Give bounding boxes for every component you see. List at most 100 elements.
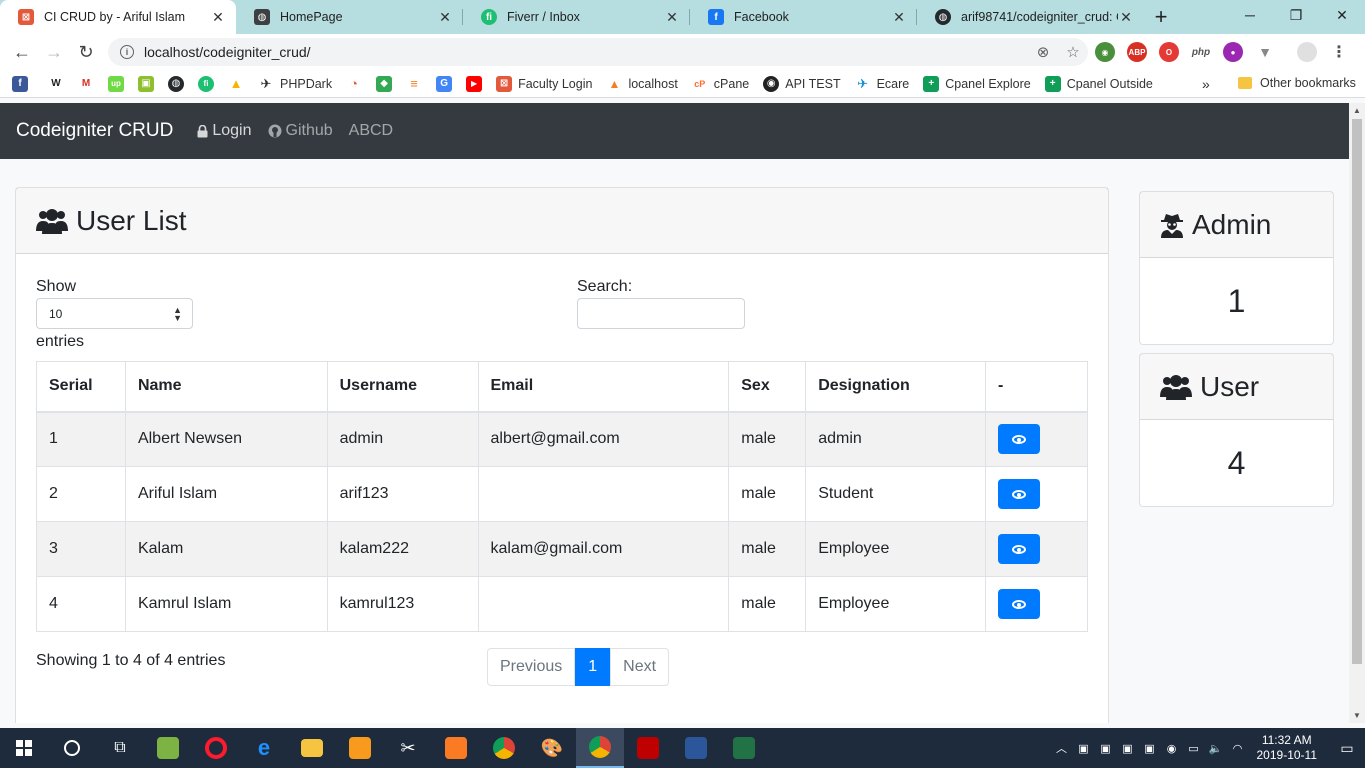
close-icon[interactable]: ✕ bbox=[891, 9, 907, 26]
tray-app-icon[interactable]: ▣ bbox=[1096, 742, 1116, 755]
star-icon[interactable]: ☆ bbox=[1058, 43, 1088, 61]
close-icon[interactable]: ✕ bbox=[437, 9, 453, 26]
tray-chevron-icon[interactable]: ︿ bbox=[1052, 740, 1072, 756]
nav-abcd[interactable]: ABCD bbox=[349, 122, 393, 140]
view-user-button[interactable] bbox=[998, 589, 1041, 619]
bookmark-upwork[interactable]: up bbox=[108, 75, 124, 92]
tray-wifi-icon[interactable]: ◠ bbox=[1228, 742, 1248, 755]
new-tab-button[interactable]: + bbox=[1144, 0, 1178, 34]
close-window-icon[interactable]: ✕ bbox=[1319, 0, 1365, 30]
address-bar[interactable]: i localhost/codeigniter_crud/ ⊗ ☆ bbox=[108, 38, 1088, 66]
tray-xampp-icon[interactable]: ▣ bbox=[1118, 742, 1138, 755]
scroll-down-icon[interactable]: ▼ bbox=[1353, 711, 1361, 720]
nav-github[interactable]: Github bbox=[268, 122, 333, 140]
menu-kebab-icon[interactable]: ⋮ bbox=[1329, 42, 1349, 62]
forward-icon[interactable]: → bbox=[38, 36, 70, 68]
task-view-button[interactable]: ⧉ bbox=[96, 728, 144, 768]
info-icon[interactable]: i bbox=[120, 45, 134, 59]
bookmark-facebook[interactable]: f bbox=[12, 75, 34, 92]
nav-login[interactable]: Login bbox=[197, 122, 252, 140]
bookmarks-overflow-icon[interactable]: » bbox=[1202, 76, 1210, 92]
pagination-previous[interactable]: Previous bbox=[487, 648, 576, 686]
minimize-icon[interactable]: ─ bbox=[1227, 0, 1273, 30]
taskbar-excel[interactable] bbox=[720, 728, 768, 768]
bookmark-maps[interactable]: ◆ bbox=[376, 75, 393, 92]
profile-avatar-icon[interactable] bbox=[1297, 42, 1317, 62]
bookmark-blogger[interactable]: ◔ bbox=[346, 76, 362, 92]
taskbar-snipping[interactable]: ✂ bbox=[384, 728, 432, 768]
taskbar-app[interactable] bbox=[144, 728, 192, 768]
extension-icon[interactable]: ● bbox=[1223, 42, 1243, 62]
taskbar-xampp[interactable] bbox=[432, 728, 480, 768]
taskbar-clock[interactable]: 11:32 AM 2019-10-11 bbox=[1257, 733, 1318, 763]
scrollbar-thumb[interactable] bbox=[1352, 119, 1362, 664]
column-header-serial[interactable]: Serial bbox=[36, 361, 126, 413]
bookmark-cpanel-explore[interactable]: + Cpanel Explore bbox=[923, 75, 1031, 92]
view-user-button[interactable] bbox=[998, 424, 1041, 455]
tray-volume-icon[interactable]: 🔈 bbox=[1206, 742, 1226, 755]
bookmark-fiverr[interactable]: fi bbox=[198, 75, 214, 92]
taskbar-word[interactable] bbox=[672, 728, 720, 768]
other-bookmarks[interactable]: Other bookmarks bbox=[1238, 76, 1356, 90]
tray-xampp-icon[interactable]: ▣ bbox=[1140, 742, 1160, 755]
taskbar-sublime[interactable] bbox=[336, 728, 384, 768]
column-header-sex[interactable]: Sex bbox=[728, 361, 807, 413]
bookmark-phpdark[interactable]: ✈ PHPDark bbox=[258, 76, 333, 92]
bookmark-translate[interactable]: G bbox=[436, 75, 453, 92]
browser-tab[interactable]: ⊠ CI CRUD by - Ariful Islam ✕ bbox=[0, 0, 236, 34]
opera-icon[interactable]: O bbox=[1159, 42, 1179, 62]
search-input[interactable] bbox=[577, 298, 745, 329]
notification-center-icon[interactable]: ▭ bbox=[1329, 740, 1365, 757]
view-user-button[interactable] bbox=[998, 534, 1041, 564]
close-icon[interactable]: ✕ bbox=[210, 9, 226, 26]
taskbar-chrome-active[interactable] bbox=[576, 728, 624, 768]
page-scrollbar[interactable]: ▲ ▼ bbox=[1349, 103, 1365, 723]
bookmark-stackoverflow[interactable]: ≡ bbox=[406, 76, 422, 92]
bookmark-localhost[interactable]: ▲ localhost bbox=[606, 76, 678, 92]
translate-icon[interactable]: ⊗ bbox=[1028, 43, 1058, 61]
scroll-up-icon[interactable]: ▲ bbox=[1353, 106, 1361, 115]
bookmark-ecare[interactable]: ✈ Ecare bbox=[855, 76, 909, 92]
page-length-select[interactable]: 10 ▲ ▼ bbox=[36, 298, 193, 329]
vuejs-icon[interactable]: ▼ bbox=[1255, 42, 1275, 62]
taskbar-filezilla[interactable] bbox=[624, 728, 672, 768]
reload-icon[interactable]: ↻ bbox=[70, 36, 102, 68]
browser-tab[interactable]: ◍ arif98741/codeigniter_crud: Cc ✕ bbox=[917, 0, 1144, 34]
taskbar-paint[interactable]: 🎨 bbox=[528, 728, 576, 768]
bookmark-wikipedia[interactable]: W bbox=[48, 76, 64, 92]
php-icon[interactable]: php bbox=[1191, 42, 1211, 62]
adblock-icon[interactable]: ABP bbox=[1127, 42, 1147, 62]
tray-app-icon[interactable]: ▣ bbox=[1074, 742, 1094, 755]
column-header-username[interactable]: Username bbox=[326, 361, 479, 413]
back-icon[interactable]: ← bbox=[6, 36, 38, 68]
close-icon[interactable]: ✕ bbox=[664, 9, 680, 26]
tray-battery-icon[interactable]: ▭ bbox=[1184, 742, 1204, 755]
navbar-brand[interactable]: Codeigniter CRUD bbox=[16, 120, 173, 142]
column-header-action[interactable]: - bbox=[985, 361, 1088, 413]
browser-tab[interactable]: ◍ HomePage ✕ bbox=[236, 0, 463, 34]
restore-icon[interactable]: ❐ bbox=[1273, 0, 1319, 30]
bookmark-youtube[interactable]: ▶ bbox=[466, 75, 483, 92]
tray-app-icon[interactable]: ◉ bbox=[1162, 742, 1182, 755]
bookmark-drive[interactable]: ▲ bbox=[228, 76, 244, 92]
column-header-email[interactable]: Email bbox=[477, 361, 730, 413]
browser-tab[interactable]: f Facebook ✕ bbox=[690, 0, 917, 34]
browser-tab[interactable]: fi Fiverr / Inbox ✕ bbox=[463, 0, 690, 34]
close-icon[interactable]: ✕ bbox=[1118, 9, 1134, 26]
column-header-designation[interactable]: Designation bbox=[805, 361, 987, 413]
globe-extension-icon[interactable]: ◉ bbox=[1095, 42, 1115, 62]
view-user-button[interactable] bbox=[998, 479, 1041, 509]
pagination-page-1[interactable]: 1 bbox=[575, 648, 611, 686]
taskbar-opera[interactable] bbox=[192, 728, 240, 768]
bookmark-cpane[interactable]: cP cPane bbox=[692, 76, 749, 92]
pagination-next[interactable]: Next bbox=[610, 648, 670, 686]
taskbar-explorer[interactable] bbox=[288, 728, 336, 768]
column-header-name[interactable]: Name bbox=[124, 361, 328, 413]
bookmark-app[interactable]: ▣ bbox=[138, 75, 154, 92]
taskbar-chrome[interactable] bbox=[480, 728, 528, 768]
search-button[interactable] bbox=[48, 728, 96, 768]
bookmark-github[interactable]: ◍ bbox=[168, 75, 184, 92]
taskbar-edge[interactable]: e bbox=[240, 728, 288, 768]
bookmark-cpanel-outside[interactable]: + Cpanel Outside bbox=[1044, 75, 1153, 92]
bookmark-gmail[interactable]: M bbox=[78, 76, 94, 92]
